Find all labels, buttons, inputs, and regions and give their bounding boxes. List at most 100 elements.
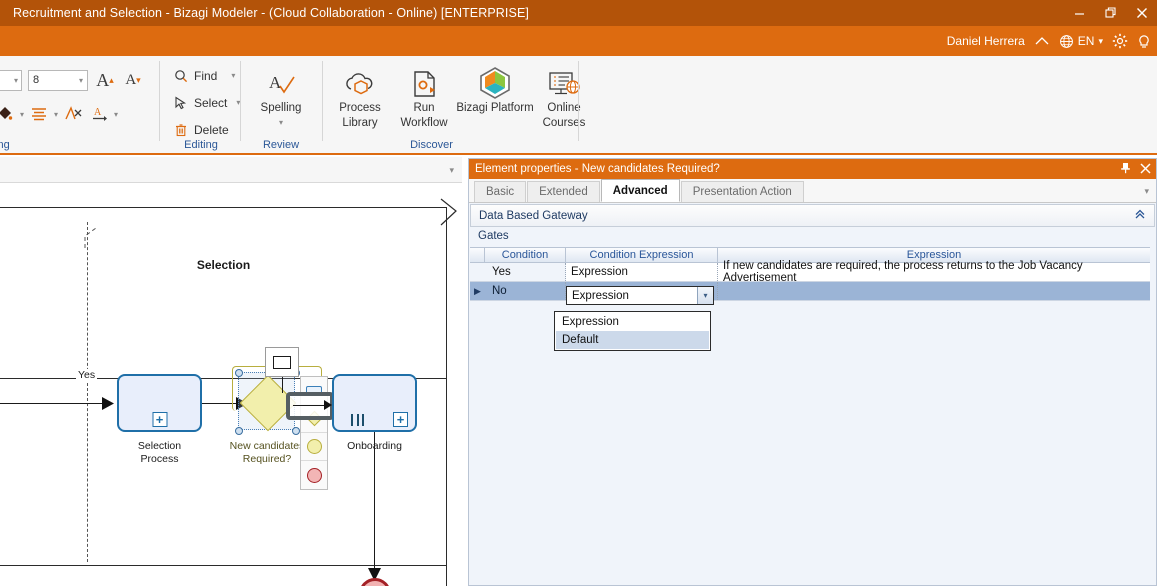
- parallel-marker-icon: [351, 414, 364, 426]
- ribbon-toolbar: ▾ 8 ▾ A ▴ A ▾ ▾ ▾ A ▾ ng Find ▾ Select ▾…: [0, 56, 1157, 155]
- run-workflow-icon: [408, 60, 440, 100]
- bizagi-platform-button[interactable]: Bizagi Platform: [452, 60, 538, 136]
- gear-icon[interactable]: [1112, 33, 1128, 49]
- chevron-down-icon[interactable]: ▾: [449, 165, 454, 176]
- task-label-selection-process: Selection Process: [137, 440, 182, 465]
- window-controls: [1064, 0, 1157, 26]
- language-selector[interactable]: EN ▾: [1059, 34, 1103, 49]
- font-family-combo[interactable]: ▾: [0, 69, 22, 91]
- subprocess-expand-icon[interactable]: +: [152, 412, 167, 427]
- svg-text:A: A: [269, 73, 282, 92]
- align-text-icon[interactable]: [28, 102, 50, 126]
- close-icon[interactable]: [1140, 162, 1151, 176]
- pool-top-border: [0, 207, 447, 208]
- tab-advanced[interactable]: Advanced: [600, 179, 680, 202]
- ribbon-group-label-formatting: ting: [0, 139, 10, 151]
- dropdown-option-expression[interactable]: Expression: [556, 313, 709, 331]
- intermediate-event-shape-option[interactable]: [301, 433, 327, 461]
- spelling-button[interactable]: A Spelling ▾: [245, 60, 317, 136]
- format-painter-icon[interactable]: [62, 102, 84, 126]
- bizagi-hex-icon: [476, 60, 514, 100]
- cloud-icon: [341, 60, 379, 100]
- run-workflow-button[interactable]: Run Workflow: [388, 60, 460, 136]
- spelling-label: Spelling: [260, 102, 302, 114]
- cell-expression[interactable]: [718, 282, 1150, 300]
- process-library-label-1: Process: [339, 102, 381, 114]
- end-event-shape-option[interactable]: [301, 461, 327, 489]
- close-button[interactable]: [1126, 0, 1157, 26]
- chevron-down-icon[interactable]: ▾: [54, 110, 58, 119]
- grid-header-condition-expression[interactable]: Condition Expression: [566, 248, 718, 262]
- row-marker: ▶: [474, 285, 481, 296]
- pin-icon[interactable]: [1120, 162, 1131, 176]
- task-selection-process[interactable]: +: [117, 374, 202, 432]
- message-flow-dashed-line: [87, 222, 88, 562]
- fill-color-icon[interactable]: [0, 102, 16, 126]
- properties-tab-strip: Basic Extended Advanced Presentation Act…: [469, 179, 1156, 203]
- cell-condition[interactable]: No: [485, 282, 566, 300]
- tab-basic[interactable]: Basic: [474, 181, 527, 202]
- diagram-canvas-area[interactable]: ▾ Selection Yes + Selection Process New …: [0, 157, 462, 586]
- grid-header-marker: [470, 248, 485, 262]
- collapse-ribbon-icon[interactable]: [1034, 35, 1050, 47]
- chevron-down-icon[interactable]: ▾: [114, 110, 118, 119]
- tooltip-connector: [282, 377, 284, 393]
- gates-label: Gates: [478, 230, 509, 242]
- tab-extended[interactable]: Extended: [527, 181, 600, 202]
- ribbon-divider: [240, 61, 241, 141]
- cell-condition[interactable]: Yes: [485, 263, 566, 281]
- shrink-font-icon[interactable]: A ▾: [122, 68, 144, 92]
- section-header-data-based-gateway[interactable]: Data Based Gateway: [470, 204, 1155, 227]
- chevron-down-icon[interactable]: ▾: [20, 110, 24, 119]
- task-onboarding[interactable]: +: [332, 374, 417, 432]
- dropdown-option-default[interactable]: Default: [556, 331, 709, 349]
- properties-panel-header: Element properties - New candidates Requ…: [469, 159, 1156, 179]
- sequence-flow-label-yes: Yes: [76, 369, 98, 381]
- online-courses-button[interactable]: Online Courses: [528, 60, 600, 136]
- chevron-down-icon: ▾: [13, 75, 18, 85]
- font-size-combo[interactable]: 8 ▾: [28, 69, 88, 91]
- select-button[interactable]: Select ▾: [170, 91, 244, 114]
- delete-button[interactable]: Delete: [170, 118, 244, 141]
- select-label: Select: [194, 95, 228, 110]
- grid-header-condition[interactable]: Condition: [485, 248, 566, 262]
- lane-title: Selection: [196, 258, 251, 272]
- element-preview-tooltip: [265, 347, 299, 377]
- grow-font-icon[interactable]: A ▴: [94, 68, 116, 92]
- tab-presentation-action[interactable]: Presentation Action: [680, 181, 804, 202]
- condition-expression-combo[interactable]: Expression ▾: [566, 286, 714, 305]
- condition-expression-dropdown[interactable]: Expression Default: [554, 311, 711, 351]
- user-name[interactable]: Daniel Herrera: [947, 34, 1025, 48]
- font-size-value: 8: [33, 74, 40, 86]
- chevron-down-icon[interactable]: ▾: [697, 287, 713, 304]
- title-bar: Recruitment and Selection - Bizagi Model…: [0, 0, 1157, 26]
- globe-icon: [1059, 34, 1074, 49]
- find-label: Find: [194, 68, 218, 83]
- resize-handle-se[interactable]: [292, 427, 300, 435]
- lightbulb-icon[interactable]: [1137, 33, 1151, 49]
- cell-condition-expression[interactable]: Expression: [566, 263, 718, 281]
- ribbon-group-review: A Spelling ▾ Review: [242, 56, 320, 153]
- bpmn-canvas[interactable]: Selection Yes + Selection Process New ca…: [0, 184, 462, 586]
- chevron-down-icon[interactable]: ▾: [1144, 186, 1149, 197]
- collapse-section-icon[interactable]: [1134, 209, 1146, 222]
- delete-label: Delete: [194, 122, 229, 137]
- chevron-down-icon: ▾: [78, 75, 83, 85]
- window-title: Recruitment and Selection - Bizagi Model…: [13, 6, 529, 20]
- svg-text:A: A: [94, 107, 102, 118]
- restore-button[interactable]: [1095, 0, 1126, 26]
- process-library-button[interactable]: Process Library: [324, 60, 396, 136]
- cell-expression[interactable]: If new candidates are required, the proc…: [718, 260, 1150, 284]
- row-marker: [470, 263, 485, 281]
- table-row[interactable]: Yes Expression If new candidates are req…: [470, 260, 1150, 284]
- chevron-down-icon: ▾: [231, 71, 236, 80]
- end-event[interactable]: [359, 578, 391, 586]
- ribbon-divider: [322, 61, 323, 141]
- resize-handle-nw[interactable]: [235, 369, 243, 377]
- minimize-button[interactable]: [1064, 0, 1095, 26]
- sequence-flow-incoming: [0, 403, 110, 405]
- find-button[interactable]: Find ▾: [170, 64, 244, 87]
- resize-handle-sw[interactable]: [235, 427, 243, 435]
- font-color-icon[interactable]: A: [88, 102, 110, 126]
- subprocess-expand-icon[interactable]: +: [393, 412, 408, 427]
